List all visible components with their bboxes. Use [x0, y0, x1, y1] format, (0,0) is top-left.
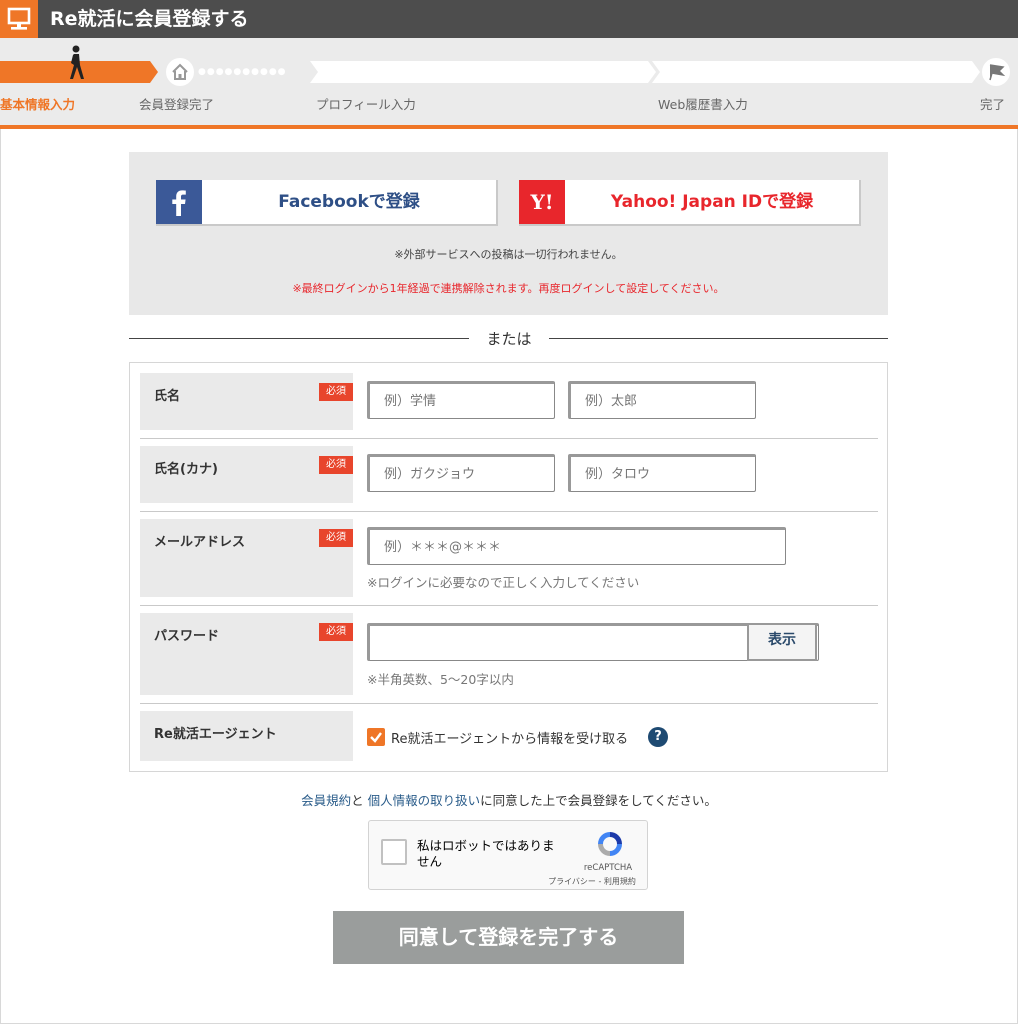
show-password-button[interactable]: 表示	[747, 623, 817, 661]
submit-register-button[interactable]: 同意して登録を完了する	[333, 911, 684, 964]
page-title: Re就活に会員登録する	[50, 8, 249, 30]
email-hint: ※ログインに必要なので正しく入力してください	[367, 575, 640, 590]
recaptcha-widget: 私はロボットではありません reCAPTCHA プライバシー - 利用規約	[368, 820, 648, 890]
sns-warning: ※最終ログインから1年経過で連携解除されます。再度ログインして設定してください。	[292, 282, 725, 295]
last-name-input[interactable]	[367, 381, 555, 419]
row-divider	[140, 438, 878, 439]
progress-steps: ●●●●●●●●●● 基本情報入力 会員登録完了 プロフィール入力 Web履歴書…	[0, 38, 1018, 126]
recaptcha-brand: reCAPTCHA	[583, 863, 633, 873]
password-hint: ※半角英数、5〜20字以内	[367, 672, 514, 687]
yahoo-register-button[interactable]: Y! Yahoo! Japan IDで登録	[519, 180, 861, 226]
step-label-resume: Web履歴書入力	[658, 97, 748, 112]
divider-line-right	[549, 338, 888, 339]
facebook-icon	[156, 180, 202, 224]
recaptcha-label: 私はロボットではありません	[417, 838, 555, 869]
facebook-register-button[interactable]: Facebookで登録	[156, 180, 498, 226]
agent-optin-label[interactable]: Re就活エージェントから情報を受け取る	[391, 728, 628, 747]
row-divider	[140, 703, 878, 704]
facebook-register-label: Facebookで登録	[278, 192, 420, 212]
page-header: Re就活に会員登録する	[0, 0, 1018, 38]
last-name-kana-input[interactable]	[367, 454, 555, 492]
progress-dots: ●●●●●●●●●●	[198, 67, 287, 77]
sns-login-panel: Facebookで登録 Y! Yahoo! Japan IDで登録 ※外部サービ…	[129, 152, 888, 315]
help-icon[interactable]: ?	[648, 727, 668, 747]
terms-link[interactable]: 会員規約	[301, 793, 351, 808]
kana-label-cell: 氏名(カナ) 必須	[140, 446, 353, 503]
row-divider	[140, 605, 878, 606]
email-input[interactable]	[367, 527, 786, 565]
first-name-input[interactable]	[568, 381, 756, 419]
kana-label: 氏名(カナ)	[154, 462, 218, 477]
required-badge: 必須	[319, 383, 353, 401]
agreement-rest: に同意した上で会員登録をしてください。	[480, 793, 717, 808]
divider-line-left	[129, 338, 469, 339]
yahoo-register-label: Yahoo! Japan IDで登録	[610, 192, 814, 212]
email-label-cell: メールアドレス 必須	[140, 519, 353, 597]
agent-label: Re就活エージェント	[154, 727, 277, 742]
step-label-basic: 基本情報入力	[0, 97, 76, 112]
name-label: 氏名	[154, 389, 181, 404]
sns-note: ※外部サービスへの投稿は一切行われません。	[394, 248, 623, 261]
progress-underline	[0, 125, 1018, 129]
checkmark-icon	[370, 732, 382, 743]
email-label: メールアドレス	[154, 535, 246, 550]
row-divider	[140, 511, 878, 512]
name-label-cell: 氏名 必須	[140, 373, 353, 430]
flag-icon	[980, 56, 1012, 88]
password-label-cell: パスワード 必須	[140, 613, 353, 695]
yahoo-logo: Y!	[519, 180, 565, 224]
registration-form: 氏名 必須 氏名(カナ) 必須 メールアドレス 必須 ※ログインに必要なので正し…	[129, 362, 888, 772]
or-divider-text: または	[486, 330, 532, 348]
step-label-profile: プロフィール入力	[316, 97, 416, 112]
walking-person-icon	[70, 45, 84, 79]
privacy-link[interactable]: 個人情報の取り扱い	[368, 793, 481, 808]
step-label-registered: 会員登録完了	[139, 97, 215, 112]
required-badge: 必須	[319, 623, 353, 641]
required-badge: 必須	[319, 456, 353, 474]
monitor-icon	[0, 0, 38, 38]
agreement-text: 会員規約と 個人情報の取り扱いに同意した上で会員登録をしてください。	[0, 790, 1018, 809]
first-name-kana-input[interactable]	[568, 454, 756, 492]
agent-label-cell: Re就活エージェント	[140, 711, 353, 761]
recaptcha-links[interactable]: プライバシー - 利用規約	[537, 876, 647, 887]
required-badge: 必須	[319, 529, 353, 547]
step-label-complete: 完了	[980, 97, 1006, 112]
agent-optin-checkbox[interactable]	[367, 728, 385, 746]
home-icon	[164, 56, 196, 88]
recaptcha-logo-icon	[598, 832, 622, 856]
password-label: パスワード	[154, 629, 220, 644]
agreement-and: と	[351, 793, 368, 808]
recaptcha-checkbox[interactable]	[381, 839, 407, 865]
